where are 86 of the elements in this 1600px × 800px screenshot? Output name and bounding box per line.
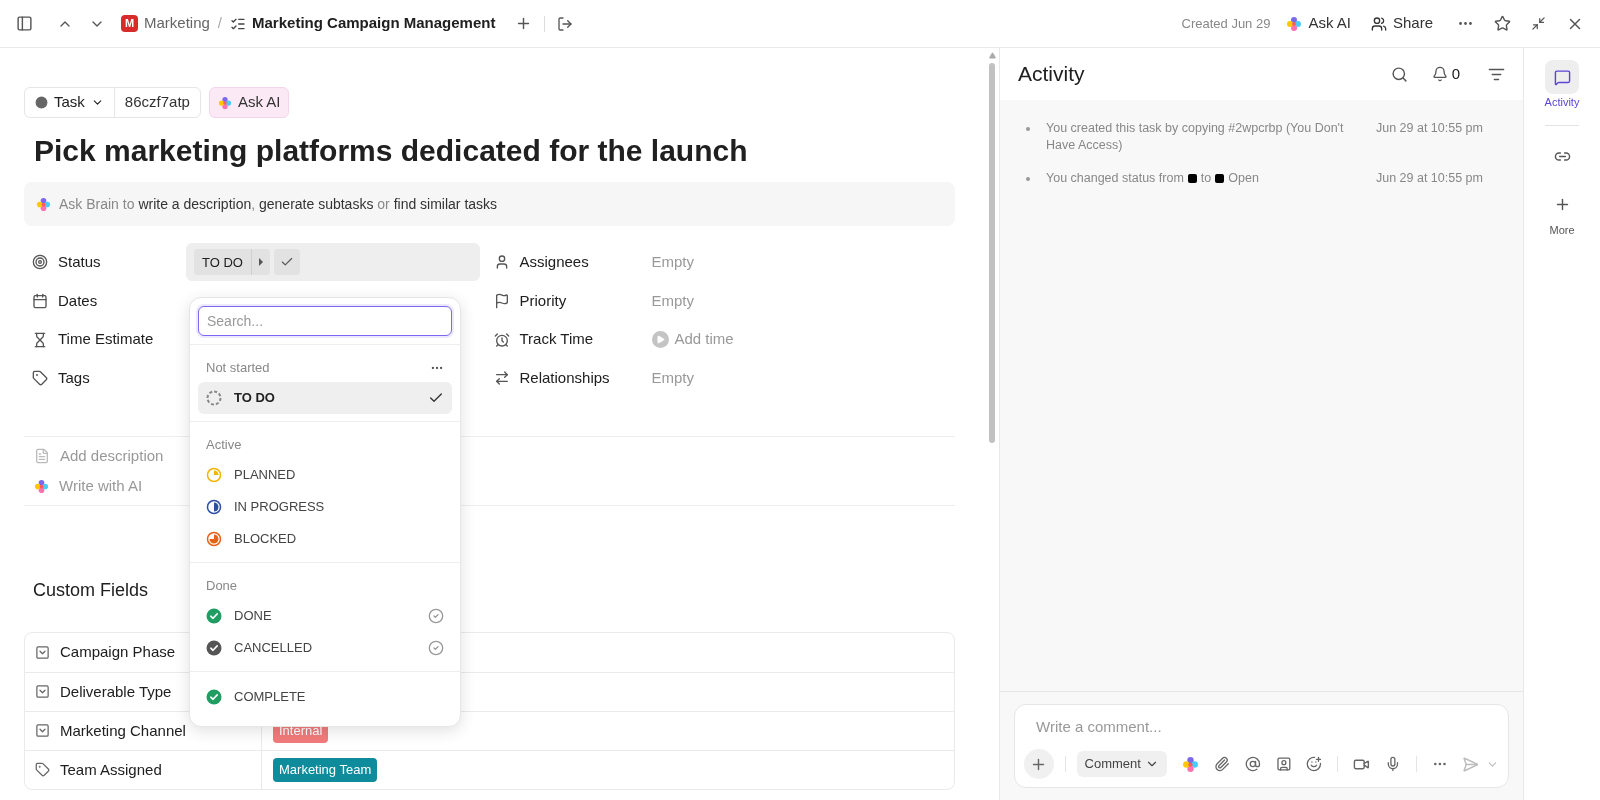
- bell-icon: [1431, 66, 1448, 82]
- breadcrumb-separator: /: [217, 13, 223, 34]
- play-icon: [651, 331, 669, 349]
- comment-type-dropdown[interactable]: Comment: [1076, 751, 1167, 777]
- ask-brain-text[interactable]: Ask Brain to write a description, generate subtasks or find similar tasks: [59, 193, 498, 215]
- record-icon: [35, 96, 48, 109]
- field-label: Priority: [519, 290, 567, 311]
- document-icon: [34, 448, 50, 465]
- dropdown-field-icon: [35, 644, 50, 660]
- group-label: Active: [206, 436, 242, 455]
- field-label: Status: [58, 252, 101, 273]
- activity-time: Jun 29 at 10:55 pm: [1375, 170, 1483, 187]
- field-label: Team Assigned: [60, 759, 162, 780]
- field-label: Relationships: [519, 368, 610, 389]
- tag-icon: [35, 762, 50, 778]
- scrollbar-thumb[interactable]: [989, 63, 995, 443]
- alarm-clock-icon: [493, 331, 510, 348]
- activity-time: Jun 29 at 10:55 pm: [1375, 120, 1483, 137]
- exit-icon[interactable]: [557, 15, 574, 32]
- mention-icon[interactable]: [1244, 756, 1261, 772]
- group-label: Done: [206, 577, 238, 596]
- field-label: Tags: [58, 368, 90, 389]
- notifications-button[interactable]: 0: [1431, 62, 1460, 86]
- sparkle-icon: [217, 95, 232, 110]
- status-button[interactable]: TO DO: [194, 249, 270, 276]
- status-field[interactable]: TO DO: [186, 243, 480, 282]
- status-option[interactable]: CANCELLED: [198, 632, 452, 664]
- status-option[interactable]: BLOCKED: [198, 523, 452, 555]
- share-button[interactable]: Share: [1366, 12, 1437, 35]
- group-label: Not started: [206, 359, 270, 378]
- breadcrumb-link[interactable]: Marketing Campaign Management: [252, 12, 496, 35]
- dropdown-field-icon: [35, 723, 50, 739]
- panel-title: Activity: [1018, 61, 1086, 88]
- paperclip-icon[interactable]: [1213, 756, 1230, 772]
- status-option[interactable]: COMPLETE: [198, 681, 452, 713]
- field-label: Campaign Phase: [60, 642, 176, 662]
- field-label: Deliverable Type: [60, 681, 172, 702]
- field-label: Track Time: [519, 329, 594, 350]
- field-label: Assignees: [519, 252, 589, 273]
- field-tag[interactable]: Marketing Team: [273, 758, 378, 782]
- tag-icon: [32, 370, 48, 387]
- emoji-icon[interactable]: [1306, 756, 1323, 772]
- rail-tab[interactable]: More: [1545, 187, 1579, 238]
- status-option[interactable]: PLANNED: [198, 459, 452, 491]
- search-icon[interactable]: [1390, 65, 1408, 83]
- status-option[interactable]: DONE: [198, 600, 452, 632]
- search-field[interactable]: Search...: [198, 306, 452, 336]
- status-option[interactable]: IN PROGRESS: [198, 491, 452, 523]
- ai-icon: [1181, 755, 1199, 773]
- ask-ai-button[interactable]: Ask AI: [1282, 12, 1355, 35]
- user-square-icon[interactable]: [1275, 756, 1292, 772]
- sidebar-toggle-icon[interactable]: [16, 15, 33, 32]
- dropdown-field-icon: [35, 684, 50, 700]
- check-circle-icon[interactable]: [428, 640, 444, 656]
- field-label: Dates: [58, 290, 98, 311]
- activity-text: You created this task by copying #2wpcrbp (You Don't Have Access): [1046, 120, 1345, 154]
- section-heading: Custom Fields: [33, 578, 149, 602]
- field-label: Time Estimate: [58, 329, 154, 350]
- arrows-icon: [493, 370, 510, 387]
- created-date: Created Jun 29: [1181, 14, 1271, 33]
- sparkle-icon: [36, 196, 51, 212]
- breadcrumb-link[interactable]: Marketing: [144, 12, 210, 35]
- space-logo: M: [121, 15, 138, 32]
- target-icon: [32, 254, 48, 271]
- hourglass-icon: [32, 331, 48, 348]
- field-label: Marketing Channel: [60, 720, 186, 741]
- message-icon: [1553, 68, 1571, 86]
- sparkle-icon: [34, 478, 49, 494]
- status-option[interactable]: TO DO: [198, 382, 452, 414]
- flag-icon: [493, 293, 510, 310]
- task-id[interactable]: 86czf7atp: [114, 91, 200, 114]
- add-button[interactable]: [1024, 749, 1054, 779]
- task-title[interactable]: Pick marketing platforms dedicated for the launch: [34, 131, 955, 171]
- task-type-dropdown[interactable]: Task: [25, 88, 115, 117]
- activity-text: You changed status from to Open: [1046, 170, 1260, 187]
- sparkle-icon: [1286, 15, 1303, 32]
- comment-box[interactable]: Write a comment... Comment: [1014, 703, 1509, 788]
- calendar-icon: [32, 293, 48, 310]
- users-icon: [1370, 15, 1387, 32]
- ask-ai-button[interactable]: Ask AI: [208, 87, 290, 118]
- bullet-icon: [1026, 177, 1030, 181]
- comment-field[interactable]: Write a comment...: [1024, 714, 1499, 739]
- minimize-icon[interactable]: [1531, 16, 1546, 31]
- star-icon[interactable]: [1494, 15, 1511, 32]
- check-circle-icon[interactable]: [428, 608, 444, 624]
- bullet-icon: [1026, 127, 1030, 131]
